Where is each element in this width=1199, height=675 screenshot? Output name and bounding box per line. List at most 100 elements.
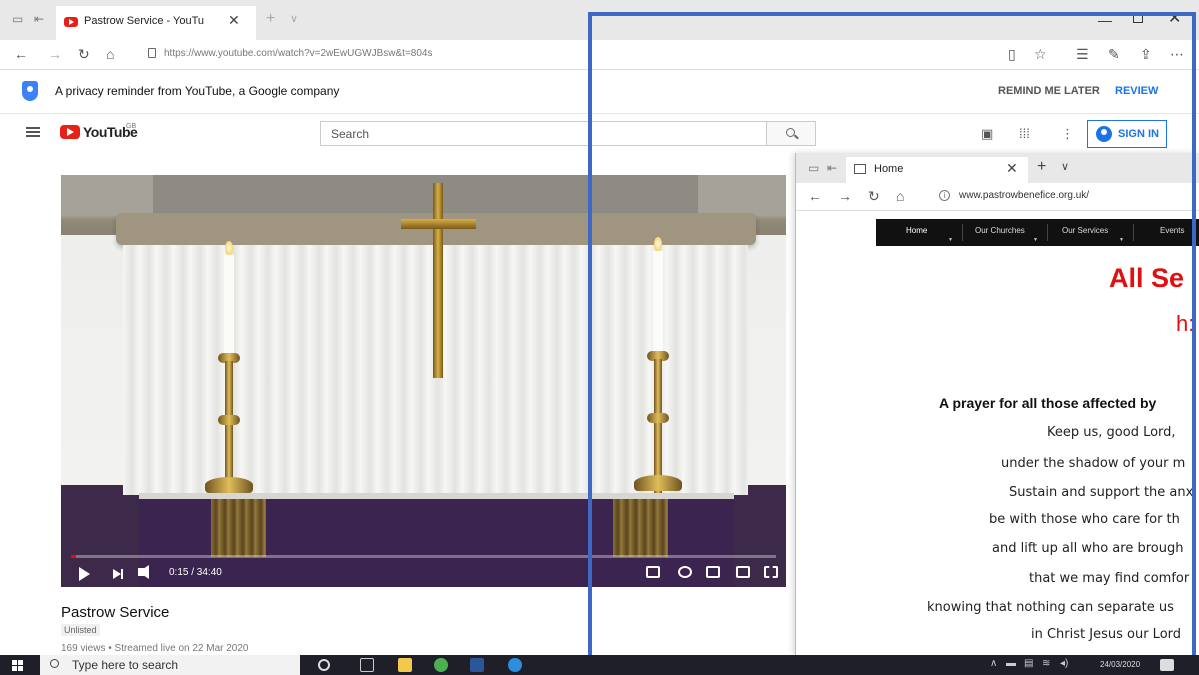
apps-grid-icon[interactable]: ⁞⁞⁞ (1019, 126, 1030, 141)
tray-chevron-icon[interactable]: ∧ (990, 658, 997, 669)
task-view-icon[interactable] (360, 658, 374, 672)
address-bar[interactable]: i www.pastrowbenefice.org.uk/ (934, 187, 1199, 207)
unlisted-badge: Unlisted (61, 624, 100, 636)
second-tab-bar: ▭ ⇤ Home ✕ + ∨ (796, 153, 1199, 183)
menu-icon[interactable] (26, 127, 40, 137)
wifi-icon[interactable]: ≋ (1042, 658, 1050, 669)
tab-actions-icon[interactable]: ▭ (12, 13, 26, 25)
altar-embroidery (211, 499, 266, 557)
subtitles-icon[interactable] (646, 566, 660, 578)
new-tab-icon[interactable]: + (266, 10, 275, 28)
home-icon[interactable]: ⌂ (106, 46, 114, 62)
favorite-star-icon[interactable]: ☆ (1034, 46, 1047, 63)
window-close-icon[interactable]: ✕ (1168, 8, 1181, 28)
fullscreen-icon[interactable] (764, 566, 778, 578)
account-icon (1096, 126, 1112, 142)
back-icon[interactable]: ← (14, 46, 28, 62)
forward-icon[interactable]: → (48, 46, 62, 62)
page-heading: All Se (1109, 263, 1185, 293)
miniplayer-icon[interactable] (706, 566, 720, 578)
privacy-banner: A privacy reminder from YouTube, a Googl… (0, 70, 1199, 114)
video-progress-fill (71, 555, 77, 558)
tab-youtube[interactable]: Pastrow Service - YouTu ✕ (56, 6, 256, 40)
settings-more-icon[interactable]: ⋮ (1061, 126, 1074, 142)
video-camera-icon[interactable]: ▣ (981, 126, 993, 142)
play-icon[interactable] (79, 567, 90, 581)
youtube-header: YouTube GB Search ▣ ⁞⁞⁞ ⋮ SIGN IN (0, 114, 1199, 154)
site-nav-item[interactable]: Our Services (1062, 226, 1108, 235)
browser-nav-bar: ← → ↻ ⌂ https://www.youtube.com/watch?v=… (0, 40, 1199, 70)
file-explorer-icon[interactable] (398, 658, 412, 672)
tab-list-chevron-icon[interactable]: ∨ (290, 12, 298, 25)
sign-in-button[interactable]: SIGN IN (1087, 120, 1167, 148)
settings-gear-icon[interactable] (678, 566, 692, 578)
chrome-icon[interactable] (434, 658, 448, 672)
remind-later-button[interactable]: REMIND ME LATER (998, 85, 1100, 97)
site-nav-item[interactable]: Events (1160, 226, 1184, 235)
prayer-line: that we may find comfor (1029, 571, 1190, 586)
tab-close-icon[interactable]: ✕ (228, 12, 240, 29)
notification-icon[interactable] (1160, 659, 1174, 671)
minimize-icon[interactable]: — (1098, 12, 1112, 28)
tab-list-chevron-icon[interactable]: ∨ (1061, 160, 1069, 173)
windows-start-icon[interactable] (12, 660, 23, 671)
back-icon[interactable]: ← (808, 188, 822, 204)
prayer-title: A prayer for all those affected by (939, 395, 1157, 411)
tab-actions-icon[interactable]: ▭ (808, 162, 822, 174)
candlestick-base (634, 475, 682, 491)
edge-icon[interactable] (508, 658, 522, 672)
site-nav-divider (962, 224, 963, 241)
search-icon (50, 659, 59, 668)
address-bar[interactable]: https://www.youtube.com/watch?v=2wEwUGWJ… (140, 44, 1020, 66)
favorites-icon[interactable]: ☰ (1076, 46, 1089, 63)
site-nav-item[interactable]: Home (906, 226, 927, 235)
theater-mode-icon[interactable] (736, 566, 750, 578)
maximize-icon[interactable] (1133, 13, 1143, 23)
shield-icon (22, 81, 38, 101)
candle-flame (654, 237, 662, 251)
more-icon[interactable]: ⋯ (1170, 46, 1184, 63)
prayer-line: Sustain and support the anx (1009, 485, 1194, 500)
battery-icon[interactable]: ▬ (1006, 658, 1016, 669)
tab-home[interactable]: Home ✕ (846, 157, 1028, 183)
volume-icon[interactable] (138, 565, 149, 579)
search-input[interactable]: Search (320, 121, 767, 146)
reading-view-icon[interactable]: ▯ (1008, 46, 1016, 63)
video-wall (153, 175, 698, 215)
tab-aside-icon[interactable]: ⇤ (34, 13, 48, 25)
tab-close-icon[interactable]: ✕ (1006, 160, 1018, 177)
pen-icon[interactable]: ✎ (1108, 46, 1120, 63)
second-browser-window: ▭ ⇤ Home ✕ + ∨ ← → ↻ ⌂ i www.pastrowbene… (795, 153, 1199, 655)
share-icon[interactable]: ⇪ (1140, 46, 1152, 63)
chevron-down-icon: ▼ (948, 237, 953, 243)
new-tab-icon[interactable]: + (1037, 158, 1046, 176)
next-icon[interactable] (113, 569, 123, 579)
review-button[interactable]: REVIEW (1115, 85, 1158, 97)
taskbar-search-input[interactable]: Type here to search (40, 655, 300, 675)
prayer-line: in Christ Jesus our Lord (1031, 627, 1182, 642)
cortana-icon[interactable] (318, 659, 330, 671)
refresh-icon[interactable]: ↻ (868, 188, 880, 205)
prayer-line: be with those who care for th (989, 512, 1180, 527)
youtube-logo-icon[interactable] (60, 125, 80, 139)
forward-icon[interactable]: → (838, 188, 852, 204)
search-button[interactable] (766, 121, 816, 146)
taskbar-search-placeholder: Type here to search (72, 658, 179, 672)
candle-flame (225, 241, 233, 255)
video-meta: 169 views • Streamed live on 22 Mar 2020 (61, 643, 249, 654)
video-player[interactable]: 0:15 / 34:40 (61, 175, 786, 587)
volume-tray-icon[interactable]: ◂) (1060, 658, 1068, 669)
refresh-icon[interactable]: ↻ (78, 46, 90, 63)
site-nav-item[interactable]: Our Churches (975, 226, 1025, 235)
home-icon[interactable]: ⌂ (896, 188, 904, 204)
candlestick-knob (647, 413, 669, 423)
tab-aside-icon[interactable]: ⇤ (827, 162, 841, 174)
taskbar-date: 24/03/2020 (1100, 660, 1141, 669)
second-nav-bar: ← → ↻ ⌂ i www.pastrowbenefice.org.uk/ (796, 183, 1199, 211)
tab-title: Pastrow Service - YouTu (84, 15, 205, 27)
word-icon[interactable] (470, 658, 484, 672)
candle (653, 251, 663, 353)
video-progress-bar[interactable] (71, 555, 776, 558)
network-icon[interactable]: ▤ (1024, 658, 1033, 669)
candlestick-knob (218, 415, 240, 425)
